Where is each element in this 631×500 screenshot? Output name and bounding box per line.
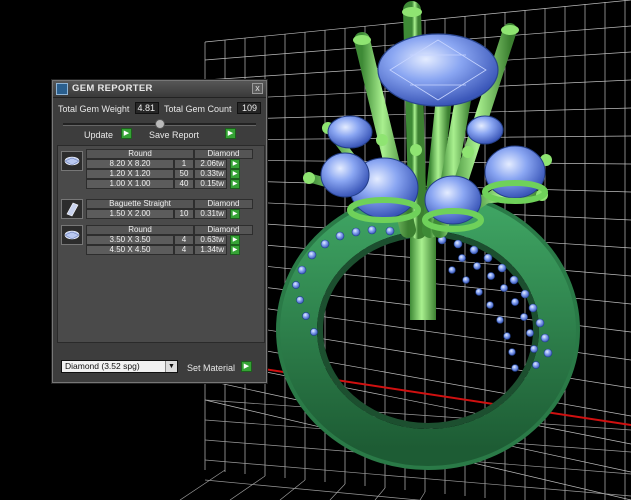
gem-weight: 2.06tw: [194, 159, 227, 169]
gem-count: 10: [174, 209, 194, 219]
baguette-gem-icon: [61, 199, 83, 219]
gem-shape: Baguette Straight: [86, 199, 194, 209]
round-gem-icon: [61, 225, 83, 245]
material-select-value: Diamond (3.52 spg): [65, 361, 140, 371]
gem-group: Round Diamond 8.20 X 8.20 1 2.06tw ▶ 1.2…: [58, 149, 264, 193]
total-count-label: Total Gem Count: [164, 104, 232, 114]
gem-size: 1.50 X 2.00: [86, 209, 174, 219]
gem-count: 4: [174, 245, 194, 255]
gem-shape: Round: [86, 149, 194, 159]
totals-row: Total Gem Weight 4.81 Total Gem Count 10…: [53, 101, 266, 117]
slider-knob[interactable]: [155, 119, 165, 129]
gem-count: 50: [174, 169, 194, 179]
row-arrow-button[interactable]: ▶: [230, 169, 240, 179]
gem-table: Round Diamond 8.20 X 8.20 1 2.06tw ▶ 1.2…: [57, 145, 265, 343]
gem-shape: Round: [86, 225, 194, 235]
app-icon: [56, 83, 68, 95]
close-button[interactable]: x: [252, 83, 263, 94]
gem-count: 40: [174, 179, 194, 189]
update-button[interactable]: ▶: [121, 128, 132, 139]
gem-group: Baguette Straight Diamond 1.50 X 2.00 10…: [58, 199, 264, 223]
gem-group: Round Diamond 3.50 X 3.50 4 0.63tw ▶ 4.5…: [58, 225, 264, 259]
gem-size: 8.20 X 8.20: [86, 159, 174, 169]
gem-material: Diamond: [194, 199, 253, 209]
center-stone: [377, 33, 499, 107]
gem-reporter-panel[interactable]: GEM REPORTER x Total Gem Weight 4.81 Tot…: [52, 80, 267, 383]
chevron-down-icon[interactable]: ▼: [165, 361, 177, 372]
gem-material: Diamond: [194, 149, 253, 159]
row-arrow-button[interactable]: ▶: [230, 245, 240, 255]
gem-count: 1: [174, 159, 194, 169]
row-arrow-button[interactable]: ▶: [230, 235, 240, 245]
gem-weight: 0.15tw: [194, 179, 227, 189]
row-arrow-button[interactable]: ▶: [230, 179, 240, 189]
gem-count: 4: [174, 235, 194, 245]
gem-size: 4.50 X 4.50: [86, 245, 174, 255]
set-material-label[interactable]: Set Material: [187, 363, 235, 373]
gem-material: Diamond: [194, 225, 253, 235]
row-arrow-button[interactable]: ▶: [230, 209, 240, 219]
save-report-label[interactable]: Save Report: [149, 130, 199, 140]
row-arrow-button[interactable]: ▶: [230, 159, 240, 169]
gem-size: 3.50 X 3.50: [86, 235, 174, 245]
gem-size: 1.00 X 1.00: [86, 179, 174, 189]
panel-title: GEM REPORTER: [72, 83, 153, 94]
update-label[interactable]: Update: [84, 130, 113, 140]
total-weight-label: Total Gem Weight: [58, 104, 130, 114]
total-count-value: 109: [237, 102, 261, 114]
gem-weight: 0.63tw: [194, 235, 227, 245]
total-weight-value: 4.81: [135, 102, 159, 114]
gem-weight: 1.34tw: [194, 245, 227, 255]
round-gem-icon: [61, 151, 83, 171]
set-material-button[interactable]: ▶: [241, 361, 252, 372]
save-report-button[interactable]: ▶: [225, 128, 236, 139]
panel-titlebar[interactable]: GEM REPORTER x: [53, 81, 266, 98]
material-select[interactable]: Diamond (3.52 spg) ▼: [61, 360, 178, 373]
gem-weight: 0.33tw: [194, 169, 227, 179]
gem-size: 1.20 X 1.20: [86, 169, 174, 179]
gem-weight: 0.31tw: [194, 209, 227, 219]
